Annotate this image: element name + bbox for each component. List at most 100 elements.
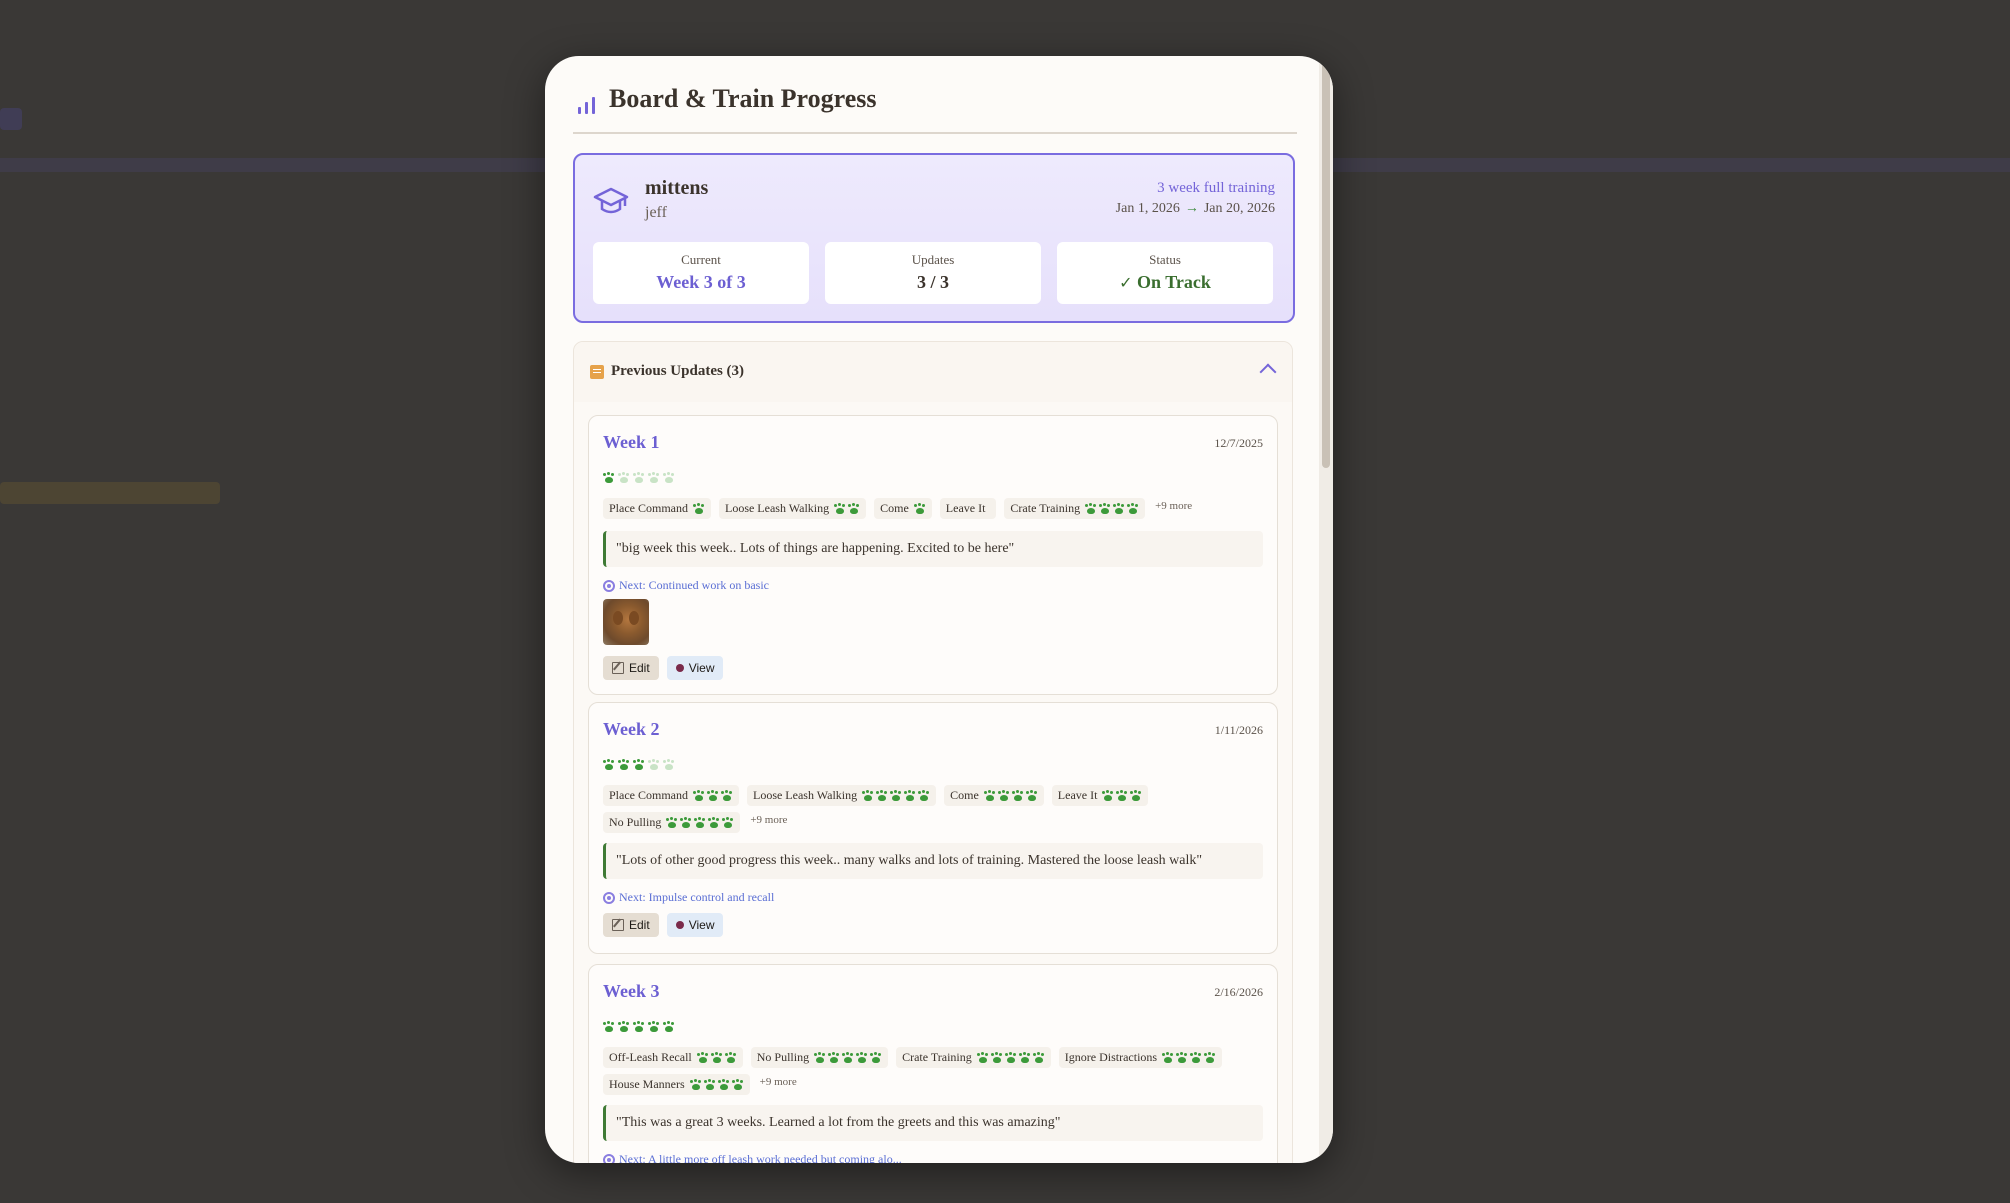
paw-icon — [1102, 790, 1114, 802]
background-block — [0, 482, 220, 504]
paw-icon — [870, 1052, 882, 1064]
skill-tag: No Pulling — [750, 1047, 889, 1068]
start-date: Jan 1, 2026 — [1115, 201, 1180, 216]
view-button[interactable]: View — [666, 656, 724, 680]
paw-icon — [633, 759, 645, 771]
paw-icon — [1018, 1052, 1031, 1064]
view-button[interactable]: View — [666, 913, 724, 937]
paw-icon — [708, 817, 720, 829]
more-skills-link[interactable]: +9 more — [1153, 498, 1194, 519]
target-icon — [603, 579, 615, 592]
previous-updates-panel: Previous Updates (3) Week 1 12/7/2025 Pl… — [573, 341, 1293, 1163]
paw-icon — [976, 1052, 989, 1064]
week-actions: Edit View — [603, 656, 724, 680]
check-icon: ✓ — [1119, 275, 1133, 292]
paw-icon — [1116, 790, 1128, 802]
skill-name: Loose Leash Walking — [724, 501, 830, 515]
previous-updates-toggle[interactable]: Previous Updates (3) — [574, 342, 1292, 402]
paw-icon — [720, 790, 733, 802]
paw-icon — [717, 1079, 730, 1091]
paw-icon — [706, 790, 719, 802]
more-skills-link[interactable]: +9 more — [748, 812, 789, 833]
eye-icon — [675, 921, 684, 929]
paw-icon — [694, 817, 706, 829]
dog-name: mittens — [645, 177, 709, 199]
status-value: On Track — [1137, 272, 1211, 292]
paw-icon — [1190, 1052, 1202, 1064]
week-card: Week 3 2/16/2026 Off-Leash Recall No Pull… — [588, 964, 1278, 1163]
training-summary-card: mittens jeff 3 week full training Jan 1,… — [573, 153, 1295, 323]
skill-name: Come — [880, 501, 909, 515]
paw-icon — [834, 503, 846, 515]
paw-icon — [666, 817, 678, 829]
paw-icon — [1025, 790, 1038, 802]
scroll-thumb[interactable] — [1322, 58, 1330, 468]
skill-tag: Place Command — [603, 498, 711, 519]
paw-icon — [603, 1021, 615, 1033]
paw-icon — [689, 1079, 702, 1091]
paw-icon — [913, 503, 926, 515]
view-label: View — [688, 918, 715, 932]
next-focus-text: Next: Continued work on basic — [619, 578, 769, 592]
edit-label: Edit — [629, 918, 650, 932]
paw-icon — [663, 1021, 675, 1033]
target-icon — [603, 1153, 615, 1163]
week-date: 2/16/2026 — [1214, 985, 1263, 999]
paw-icon — [814, 1052, 826, 1064]
skill-list: Place Command Loose Leash Walking Come Leav… — [603, 498, 1263, 519]
edit-button[interactable]: Edit — [603, 656, 659, 680]
paw-icon — [663, 472, 675, 484]
skill-name: Crate Training — [902, 1050, 972, 1064]
paw-icon — [990, 1052, 1003, 1064]
paw-icon — [1113, 503, 1125, 515]
paw-icon — [696, 1052, 709, 1064]
skill-name: Place Command — [609, 501, 688, 515]
end-date: Jan 20, 2026 — [1203, 201, 1275, 216]
paw-icon — [692, 790, 705, 802]
paw-icon — [618, 759, 630, 771]
owner-name: jeff — [645, 204, 667, 221]
next-focus: Next: Continued work on basic — [603, 578, 769, 593]
chevron-up-icon[interactable] — [1259, 363, 1277, 381]
paw-icon — [842, 1052, 854, 1064]
graduation-cap-icon — [593, 187, 629, 214]
week-title: Week 1 — [603, 432, 660, 452]
skill-list: Off-Leash Recall No Pulling Crate Training… — [603, 1047, 1263, 1095]
paw-icon — [633, 1021, 645, 1033]
stat-current: Current Week 3 of 3 — [593, 242, 809, 304]
week-card: Week 1 12/7/2025 Place Command Loose Leas… — [588, 415, 1278, 695]
skill-tag: Leave It — [939, 498, 997, 519]
skill-tag: Off-Leash Recall — [603, 1047, 743, 1068]
paw-icon — [692, 503, 705, 515]
more-skills-link[interactable]: +9 more — [758, 1074, 799, 1095]
week-actions: Edit View — [603, 913, 724, 937]
paw-icon — [848, 503, 860, 515]
skill-name: Leave It — [1057, 788, 1098, 802]
paw-icon — [1099, 503, 1111, 515]
stat-value: Week 3 of 3 — [656, 272, 746, 292]
skill-name: House Manners — [609, 1077, 685, 1091]
skill-name: Off-Leash Recall — [609, 1050, 692, 1064]
paw-icon — [663, 759, 675, 771]
skill-name: Place Command — [609, 788, 688, 802]
page-title: Board & Train Progress — [609, 84, 877, 113]
dog-photo-thumbnail[interactable] — [603, 599, 649, 645]
paw-icon — [876, 790, 888, 802]
edit-button[interactable]: Edit — [603, 913, 659, 937]
paw-icon — [648, 759, 660, 771]
skill-tag: Crate Training — [896, 1047, 1051, 1068]
previous-updates-title: Previous Updates (3) — [611, 363, 745, 379]
week-date: 12/7/2025 — [1214, 436, 1263, 450]
paw-icon — [618, 472, 630, 484]
skill-tag: Ignore Distractions — [1058, 1047, 1223, 1068]
scrollbar[interactable] — [1319, 56, 1333, 1163]
paw-icon — [1032, 1052, 1045, 1064]
skill-tag: Loose Leash Walking — [718, 498, 867, 519]
paw-icon — [1004, 1052, 1017, 1064]
stat-label: Status — [1149, 252, 1181, 267]
edit-label: Edit — [629, 661, 650, 675]
skill-tag: Come — [944, 785, 1044, 806]
arrow-right-icon: → — [1184, 201, 1199, 216]
view-label: View — [688, 661, 715, 675]
stat-label: Updates — [911, 252, 955, 267]
